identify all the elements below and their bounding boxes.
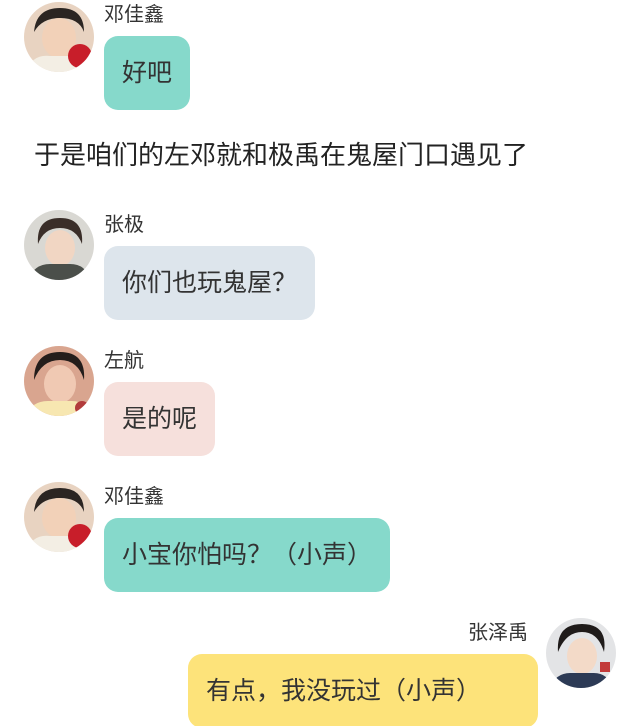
message-bubble[interactable]: 是的呢 (104, 382, 216, 456)
message-bubble[interactable]: 你们也玩鬼屋？ (104, 246, 316, 320)
message-bubble[interactable]: 小宝你怕吗？（小声） (104, 518, 391, 592)
avatar[interactable] (546, 618, 616, 688)
avatar-photo (24, 2, 94, 72)
avatar[interactable] (24, 482, 94, 552)
narration-text: 于是咱们的左邓就和极禹在鬼屋门口遇见了 (34, 141, 529, 171)
avatar-photo (24, 346, 94, 416)
sender-name: 张泽禹 (468, 620, 528, 644)
avatar[interactable] (24, 2, 94, 72)
sender-name: 邓佳鑫 (104, 2, 164, 26)
avatar-photo (24, 482, 94, 552)
avatar-photo (24, 210, 94, 280)
message-bubble[interactable]: 有点，我没玩过（小声） (188, 654, 538, 726)
avatar[interactable] (24, 210, 94, 280)
sender-name: 左航 (104, 348, 144, 372)
avatar[interactable] (24, 346, 94, 416)
sender-name: 邓佳鑫 (104, 484, 164, 508)
avatar-photo (546, 618, 616, 688)
message-bubble[interactable]: 好吧 (104, 36, 191, 110)
chat-screen: 邓佳鑫 好吧 于是咱们的左邓就和极禹在鬼屋门口遇见了 张极 你们也玩鬼屋？ 左航… (0, 0, 640, 726)
sender-name: 张极 (104, 212, 144, 236)
